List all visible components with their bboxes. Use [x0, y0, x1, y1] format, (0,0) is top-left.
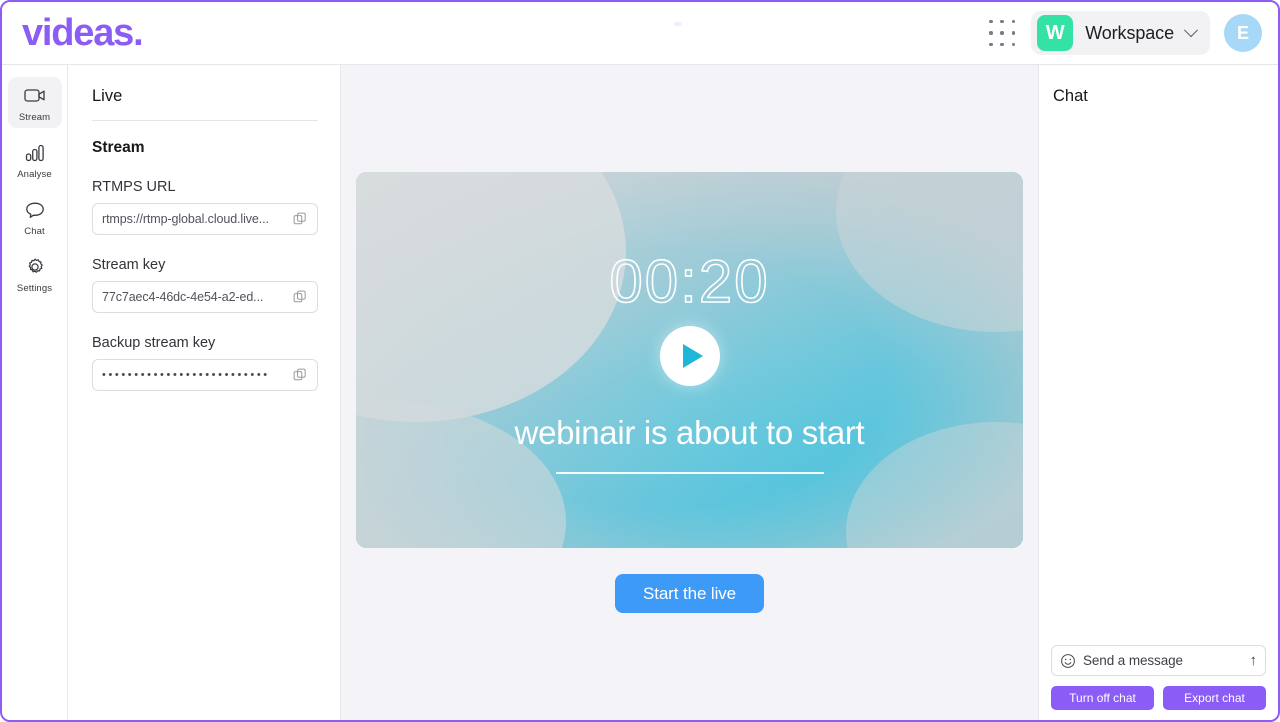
faint-artifact — [674, 22, 682, 26]
app-logo[interactable]: videas. — [22, 14, 144, 52]
video-preview[interactable]: 00:20 webinair is about to start — [356, 172, 1023, 548]
avatar[interactable]: E — [1224, 14, 1262, 52]
stage-headline: webinair is about to start — [514, 414, 865, 452]
chevron-down-icon — [1183, 23, 1199, 38]
backup-stream-key-value: •••••••••••••••••••••••••• — [102, 369, 270, 381]
bar-chart-icon — [25, 144, 44, 162]
arrow-up-icon[interactable]: ↑ — [1250, 653, 1258, 668]
grid-dot — [989, 31, 993, 35]
play-icon[interactable] — [659, 326, 720, 387]
gear-icon — [28, 258, 43, 273]
headline-divider — [555, 472, 824, 474]
nav-rail: Stream Analyse Chat Settings — [2, 65, 68, 720]
video-camera-icon — [23, 89, 45, 102]
sidebar-item-label: Chat — [24, 226, 45, 237]
body-row: Stream Analyse Chat Settings Live Stream… — [2, 64, 1278, 720]
play-triangle — [682, 344, 703, 369]
copy-icon[interactable] — [289, 286, 311, 308]
stream-key-field[interactable]: 77c7aec4-46dc-4e54-a2-ed... — [92, 281, 318, 313]
chat-actions: Turn off chat Export chat — [1051, 686, 1266, 710]
chat-input[interactable]: Send a message — [1083, 653, 1243, 668]
rtmps-url-label: RTMPS URL — [92, 179, 176, 195]
workspace-name: Workspace — [1085, 22, 1174, 43]
backup-stream-key-label: Backup stream key — [92, 335, 216, 351]
rtmps-url-value: rtmps://rtmp-global.cloud.live... — [102, 212, 269, 226]
stream-key-label: Stream key — [92, 257, 166, 273]
countdown-timer: 00:20 — [609, 248, 770, 316]
grid-dot — [989, 42, 993, 47]
sidebar-item-analyse[interactable]: Analyse — [8, 134, 62, 185]
grid-dot — [989, 19, 993, 24]
grid-dot — [1000, 42, 1004, 47]
grid-dot — [1011, 19, 1016, 24]
sidebar-item-label: Settings — [16, 283, 53, 294]
grid-dot — [1000, 31, 1004, 35]
chat-message-list — [1051, 106, 1266, 645]
stage-area: 00:20 webinair is about to start Start t… — [341, 65, 1038, 720]
grid-dot — [1000, 19, 1004, 24]
copy-icon[interactable] — [289, 364, 311, 386]
workspace-badge: W — [1037, 15, 1074, 51]
chat-input-row[interactable]: Send a message ↑ — [1051, 645, 1266, 676]
app-window: videas. W Workspace E Stream Analyse Cha… — [0, 0, 1280, 722]
turn-off-chat-button[interactable]: Turn off chat — [1051, 686, 1154, 710]
sidebar-item-settings[interactable]: Settings — [8, 248, 62, 299]
chat-panel: Chat Send a message ↑ Turn off chat Expo… — [1038, 65, 1278, 720]
stream-settings-panel: Live Stream RTMPS URL rtmps://rtmp-globa… — [68, 65, 341, 720]
sidebar-item-chat[interactable]: Chat — [8, 191, 62, 242]
sidebar-item-label: Stream — [18, 112, 51, 123]
export-chat-button[interactable]: Export chat — [1163, 686, 1266, 710]
backup-stream-key-field[interactable]: •••••••••••••••••••••••••• — [92, 359, 318, 391]
chat-title: Chat — [1053, 87, 1088, 105]
grid-dot — [1011, 42, 1016, 47]
start-live-button[interactable]: Start the live — [614, 574, 765, 613]
stream-key-value: 77c7aec4-46dc-4e54-a2-ed... — [102, 290, 264, 304]
sidebar-item-stream[interactable]: Stream — [7, 77, 62, 128]
workspace-selector[interactable]: W Workspace — [1031, 11, 1210, 55]
rtmps-url-field[interactable]: rtmps://rtmp-global.cloud.live... — [92, 203, 318, 235]
copy-icon[interactable] — [289, 208, 311, 230]
sidebar-item-label: Analyse — [17, 169, 52, 180]
panel-title-live: Live — [92, 87, 318, 121]
panel-subtitle-stream: Stream — [92, 139, 145, 156]
video-overlay: 00:20 webinair is about to start — [356, 172, 1023, 548]
top-bar: videas. W Workspace E — [2, 2, 1278, 64]
grid-dots-icon[interactable] — [985, 16, 1019, 50]
smiley-icon[interactable] — [1060, 653, 1076, 669]
speech-bubble-icon — [25, 202, 44, 218]
grid-dot — [1011, 31, 1016, 35]
